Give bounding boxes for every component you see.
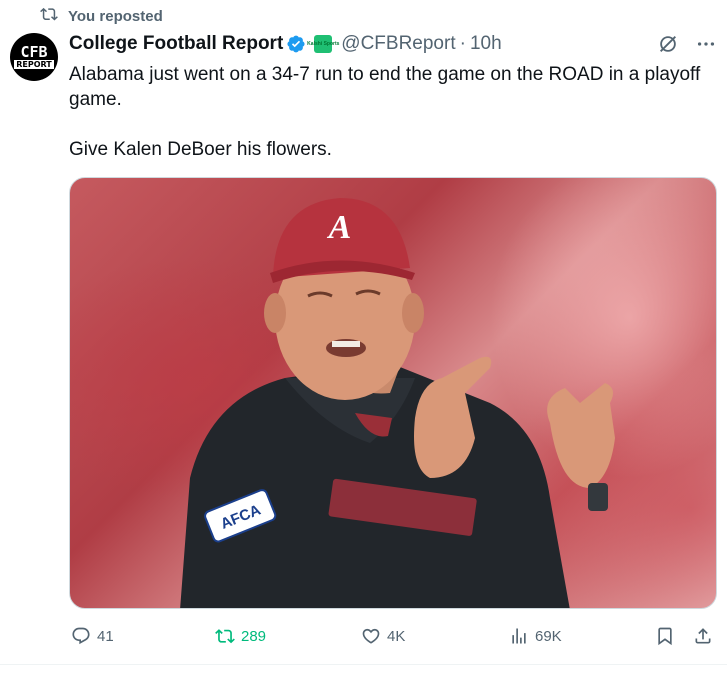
avatar-text-bottom: REPORT: [14, 60, 54, 69]
share-icon: [695, 628, 711, 644]
tweet-paragraph: Alabama just went on a 34-7 run to end t…: [69, 64, 701, 110]
repost-icon: [40, 5, 58, 27]
divider: [0, 664, 727, 665]
share-button[interactable]: [693, 626, 713, 650]
avatar[interactable]: CFB REPORT: [10, 33, 58, 81]
like-button[interactable]: 4K: [361, 626, 405, 646]
heart-icon: [362, 628, 380, 644]
bookmark-button[interactable]: [655, 626, 675, 650]
author-name[interactable]: College Football Report: [69, 33, 283, 55]
tweet-secondary-actions: [655, 626, 713, 650]
repost-label: You reposted: [68, 7, 163, 25]
repost-count: 289: [241, 627, 267, 645]
avatar-text-top: CFB: [20, 43, 48, 61]
affiliate-badge[interactable]: Kalshi Sports: [307, 35, 339, 53]
reply-count: 41: [97, 627, 114, 645]
views-count: 69K: [535, 627, 562, 645]
separator: ·: [459, 33, 466, 54]
more-icon[interactable]: [695, 33, 717, 60]
tweet-action-bar: 41 289 4K 69K: [69, 624, 717, 652]
reply-button[interactable]: 41: [71, 626, 114, 646]
views-icon: [512, 628, 526, 644]
views-button[interactable]: 69K: [509, 626, 562, 646]
author-handle[interactable]: @CFBReport: [341, 33, 455, 55]
coach-photo-illustration: AFCA A: [180, 198, 615, 608]
tweet-text: Alabama just went on a 34-7 run to end t…: [69, 62, 719, 187]
tweet-paragraph: Give Kalen DeBoer his flowers.: [69, 139, 332, 160]
tweet-top-actions: [657, 33, 717, 60]
timestamp[interactable]: 10h: [470, 33, 502, 55]
tweet-photo[interactable]: AFCA A: [69, 177, 717, 609]
cap-logo: A: [327, 209, 352, 246]
bookmark-icon: [658, 627, 672, 646]
repost-indicator[interactable]: You reposted: [40, 6, 163, 26]
tweet-header: College Football Report Kalshi Sports @C…: [69, 32, 502, 56]
like-count: 4K: [387, 627, 406, 645]
reply-icon: [72, 627, 90, 645]
repost-button[interactable]: 289: [215, 626, 266, 646]
verified-badge-icon[interactable]: [286, 34, 306, 54]
grok-icon[interactable]: [657, 33, 679, 60]
repost-icon: [215, 629, 235, 644]
